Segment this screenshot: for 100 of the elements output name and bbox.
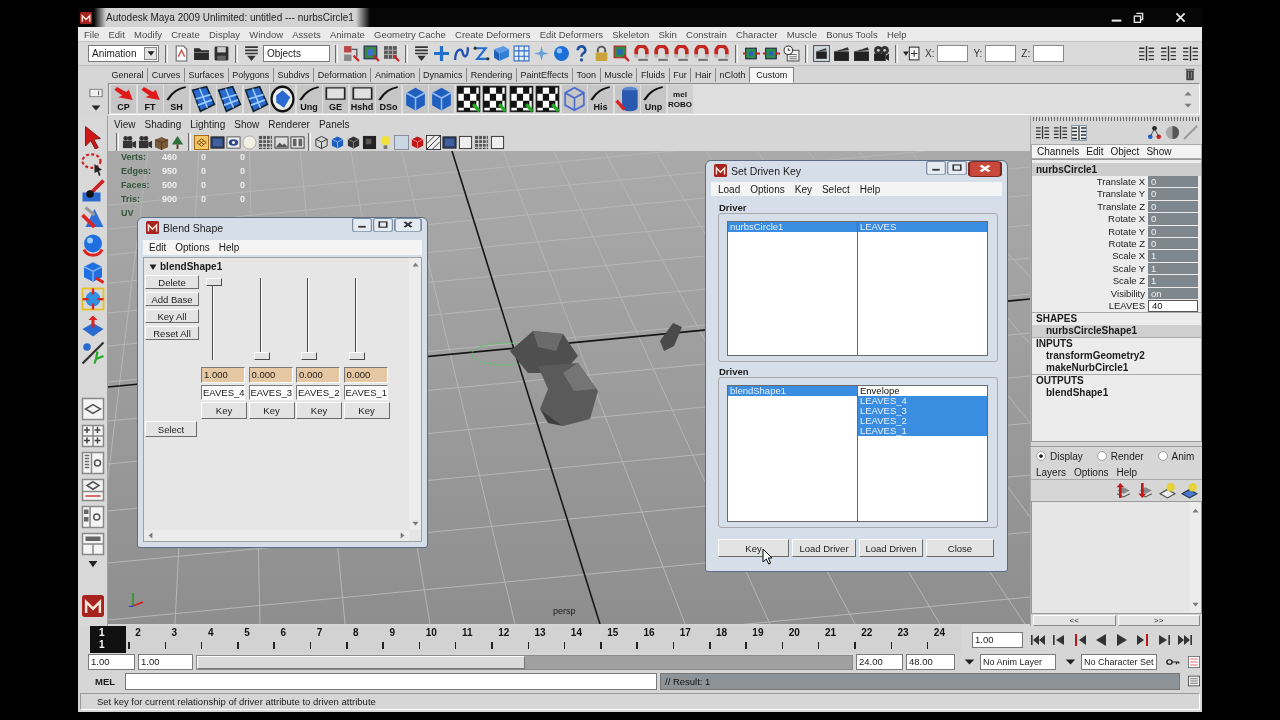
magnet-icon[interactable] [653,45,670,62]
restore-icon[interactable] [1133,12,1144,23]
menu-item[interactable]: Edit [108,28,125,40]
frame-slot[interactable]: 17 [670,626,708,653]
attribute-name[interactable]: Scale X [1032,250,1145,263]
grid-box-icon[interactable] [513,45,530,62]
menu-item[interactable]: Bonus Tools [826,28,878,40]
square-icon[interactable] [362,134,377,150]
menu-item[interactable]: Modify [134,28,163,40]
menu-item[interactable]: Renderer [268,119,310,130]
node-item[interactable]: nurbsCircleShape1 [1032,324,1201,338]
tree-icon[interactable] [170,134,185,150]
plus-icon[interactable] [433,45,450,62]
wireframe-cube-icon[interactable] [314,134,329,150]
frame-slot[interactable]: 2 [126,626,163,653]
paint-brush-icon[interactable] [80,179,105,203]
scroll-bar[interactable] [1190,502,1201,613]
menu-item[interactable]: Create [171,28,200,40]
shelf-tab[interactable]: Muscle [600,67,638,82]
menu-item[interactable]: Constrain [686,28,727,40]
document-icon[interactable] [173,45,190,62]
shelf-button[interactable]: SH [164,85,189,113]
menu-set-dropdown[interactable]: Animation [88,45,159,62]
clock-document-icon[interactable] [783,45,800,62]
trash-can-icon[interactable] [1184,68,1196,81]
key-icon[interactable] [1166,656,1180,668]
scroll-up-icon[interactable] [1184,90,1192,96]
checker-icon[interactable] [482,85,507,113]
ring-icon[interactable] [270,85,295,113]
layout-lines-icon[interactable] [1160,45,1177,62]
film-reels-icon[interactable] [873,45,890,62]
layout-lines-icon[interactable] [1035,125,1050,140]
menu-item[interactable]: Edit [1086,146,1104,157]
cube-icon[interactable] [346,134,361,150]
command-field[interactable] [125,672,657,690]
layout-lines-icon[interactable] [1071,124,1087,141]
frame-slot[interactable]: 10 [416,626,453,653]
frame-slot[interactable]: 1 1 [90,626,127,653]
menu-lines-icon[interactable] [413,45,430,62]
shelf-tab[interactable]: Polygons [228,67,274,82]
frame-slot[interactable]: 19 [743,626,780,653]
app-logo-icon[interactable] [81,595,104,617]
grid-plane-icon[interactable] [217,85,242,113]
attribute-name[interactable]: LEAVES [1032,299,1145,313]
menu-item[interactable]: Object [1110,146,1140,157]
scroll-button[interactable]: << [1033,615,1116,626]
sphere-arrow-icon[interactable] [80,233,105,257]
shelf-tab[interactable]: Fluids [637,67,670,82]
menu-item[interactable]: Channels [1037,146,1080,157]
range-slider-fill[interactable] [197,655,525,669]
checker-icon[interactable] [535,85,560,113]
hatched-square-icon[interactable] [426,134,441,150]
layout-pane-icon[interactable] [80,532,105,556]
cylinder-icon[interactable] [614,85,640,113]
frame-slot[interactable]: 8 [344,626,381,653]
menu-item[interactable]: Layers [1036,466,1066,478]
shelf-button[interactable]: DSo [376,85,401,113]
menu-item[interactable]: Skin [658,28,677,40]
shelf-button[interactable]: FT [137,85,163,113]
shelf-tab[interactable]: Subdivs [273,67,315,82]
nodes-icon[interactable] [1147,125,1162,140]
range-end-field[interactable]: 24.00 [856,654,903,670]
layout-pane-icon[interactable] [80,397,105,421]
frame-slot[interactable]: 18 [707,626,744,653]
shelf-tab[interactable]: Custom [749,66,795,83]
menu-item[interactable]: Display [208,28,241,40]
node-item[interactable]: makeNurbCircle1 [1032,362,1201,375]
layers-arrow-up-icon[interactable] [1115,482,1132,499]
frame-slot[interactable]: 7 [307,626,345,653]
list-pane-icon[interactable] [80,451,105,475]
scroll-down-icon[interactable] [1184,102,1192,108]
menu-item[interactable]: Shading [144,119,182,130]
menu-item[interactable]: Show [234,119,260,130]
frame-icon[interactable] [490,134,505,150]
attribute-name[interactable]: Translate Z [1032,200,1145,214]
shelf-button[interactable]: Ung [296,85,322,113]
menu-item[interactable]: Panels [318,119,350,130]
clapper-icon[interactable] [833,45,850,62]
selection-mode-field[interactable]: Objects [263,45,330,62]
eye-icon[interactable] [226,134,241,150]
frame-slot[interactable]: 5 [235,626,272,653]
cube-icon[interactable] [410,134,425,150]
shelf-tab[interactable]: Animation [371,67,420,82]
text-window-icon[interactable] [1188,675,1200,687]
frame-slot[interactable]: 15 [598,626,635,653]
attribute-name[interactable]: Rotate Z [1032,237,1145,251]
frame-icon[interactable] [458,134,473,150]
frame-slot[interactable]: 23 [888,626,925,653]
frame-slot[interactable]: 20 [779,626,816,653]
grid-pattern-icon[interactable] [258,134,273,150]
grid-cursor-icon[interactable] [383,45,400,62]
layer-star-icon[interactable] [1181,482,1198,499]
menu-item[interactable]: Character [735,28,778,40]
tab-box-icon[interactable] [89,87,103,99]
shelf-tab[interactable]: Hair [691,67,716,82]
zigzag-curve-icon[interactable] [473,45,490,62]
menu-item[interactable]: Skeleton [612,28,650,40]
frame-slot[interactable]: 13 [525,626,562,653]
clapper-box-icon[interactable] [813,45,830,62]
shelf-button[interactable]: His [588,85,613,113]
